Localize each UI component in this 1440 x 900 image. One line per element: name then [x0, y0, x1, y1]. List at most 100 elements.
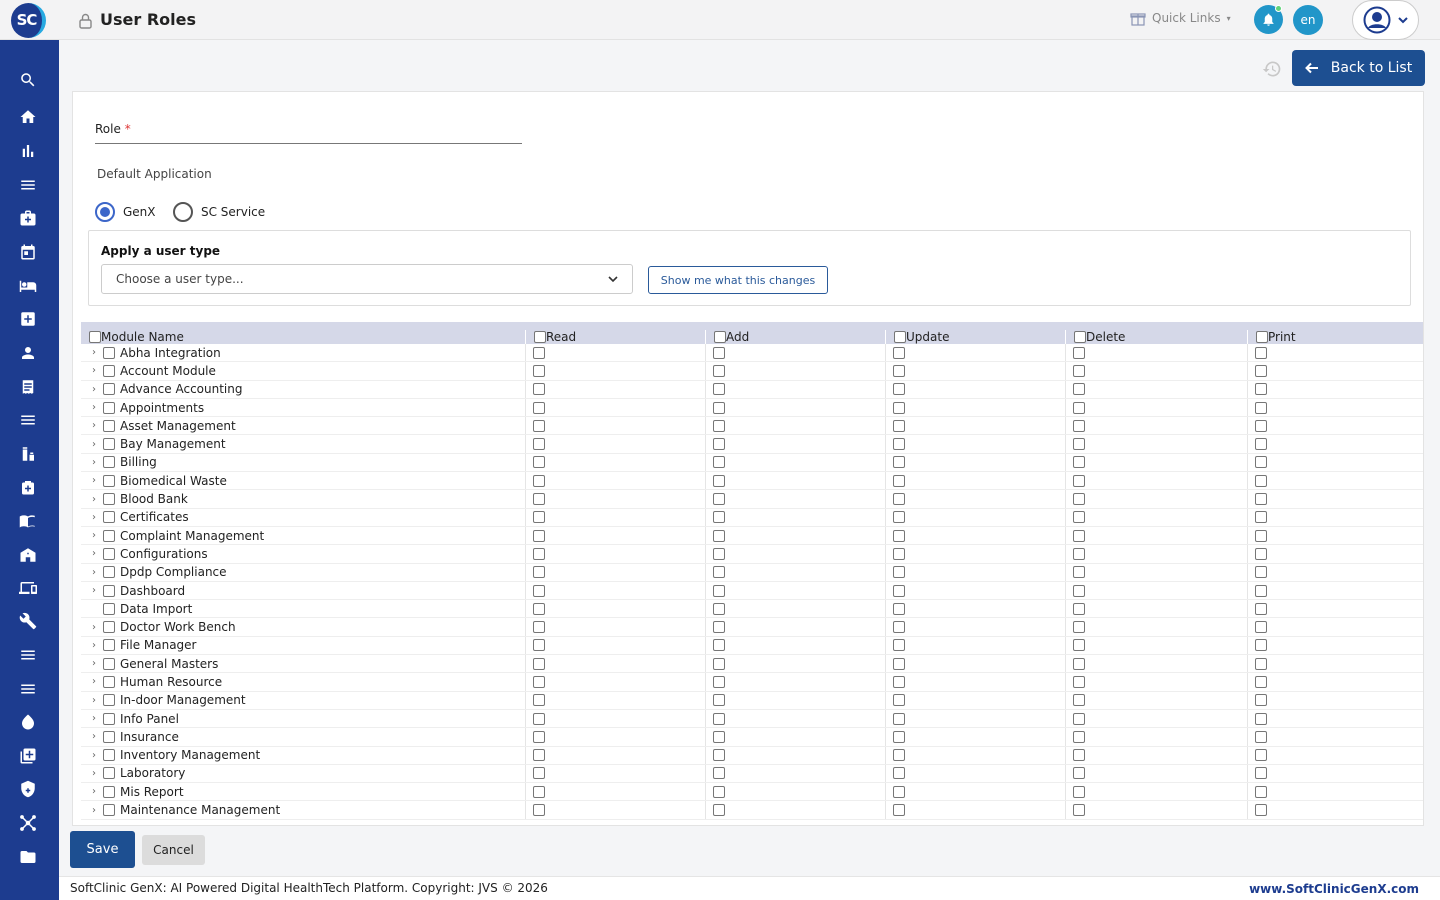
update-permission-checkbox[interactable]	[893, 712, 905, 725]
read-permission-checkbox[interactable]	[533, 346, 545, 359]
home-icon[interactable]	[17, 106, 39, 128]
history-icon[interactable]	[1262, 59, 1282, 79]
expand-chevron-icon[interactable]: ›	[87, 805, 101, 816]
add-permission-checkbox[interactable]	[713, 639, 725, 652]
expand-chevron-icon[interactable]: ›	[87, 347, 101, 358]
folder-icon[interactable]	[17, 846, 39, 868]
add-permission-checkbox[interactable]	[713, 511, 725, 524]
delete-permission-checkbox[interactable]	[1073, 639, 1085, 652]
read-permission-checkbox[interactable]	[533, 657, 545, 670]
module-checkbox[interactable]	[103, 602, 115, 615]
print-permission-checkbox[interactable]	[1255, 474, 1267, 487]
expand-chevron-icon[interactable]: ›	[87, 786, 101, 797]
add-permission-checkbox[interactable]	[713, 602, 725, 615]
expand-chevron-icon[interactable]: ›	[87, 475, 101, 486]
print-permission-checkbox[interactable]	[1255, 383, 1267, 396]
delete-permission-checkbox[interactable]	[1073, 364, 1085, 377]
module-checkbox[interactable]	[103, 657, 115, 670]
delete-permission-checkbox[interactable]	[1073, 804, 1085, 817]
print-permission-checkbox[interactable]	[1255, 785, 1267, 798]
add-permission-checkbox[interactable]	[713, 438, 725, 451]
add-permission-checkbox[interactable]	[713, 712, 725, 725]
read-permission-checkbox[interactable]	[533, 749, 545, 762]
expand-chevron-icon[interactable]: ›	[87, 676, 101, 687]
language-button[interactable]: en	[1293, 5, 1323, 35]
read-permission-checkbox[interactable]	[533, 639, 545, 652]
print-permission-checkbox[interactable]	[1255, 602, 1267, 615]
add-permission-checkbox[interactable]	[713, 584, 725, 597]
print-permission-checkbox[interactable]	[1255, 639, 1267, 652]
network-icon[interactable]	[17, 812, 39, 834]
print-permission-checkbox[interactable]	[1255, 493, 1267, 506]
print-permission-checkbox[interactable]	[1255, 804, 1267, 817]
update-permission-checkbox[interactable]	[893, 675, 905, 688]
add-permission-checkbox[interactable]	[713, 749, 725, 762]
expand-chevron-icon[interactable]: ›	[87, 530, 101, 541]
delete-permission-checkbox[interactable]	[1073, 493, 1085, 506]
app-logo[interactable]: SC	[11, 3, 46, 38]
print-permission-checkbox[interactable]	[1255, 749, 1267, 762]
medical-plus-icon[interactable]	[17, 308, 39, 330]
module-checkbox[interactable]	[103, 675, 115, 688]
website-link[interactable]: www.SoftClinicGenX.com	[1249, 882, 1419, 896]
update-permission-checkbox[interactable]	[893, 657, 905, 670]
wrench-icon[interactable]	[17, 610, 39, 632]
delete-permission-checkbox[interactable]	[1073, 346, 1085, 359]
delete-permission-checkbox[interactable]	[1073, 529, 1085, 542]
read-permission-checkbox[interactable]	[533, 364, 545, 377]
add-permission-checkbox[interactable]	[713, 419, 725, 432]
read-permission-checkbox[interactable]	[533, 584, 545, 597]
print-permission-checkbox[interactable]	[1255, 730, 1267, 743]
notifications-button[interactable]	[1254, 5, 1283, 34]
module-checkbox[interactable]	[103, 438, 115, 451]
devices-icon[interactable]	[17, 577, 39, 599]
module-checkbox[interactable]	[103, 621, 115, 634]
read-permission-checkbox[interactable]	[533, 493, 545, 506]
print-permission-checkbox[interactable]	[1255, 419, 1267, 432]
read-permission-checkbox[interactable]	[533, 767, 545, 780]
select-all-delete-checkbox[interactable]	[1074, 331, 1086, 343]
update-permission-checkbox[interactable]	[893, 785, 905, 798]
expand-chevron-icon[interactable]: ›	[87, 640, 101, 651]
update-permission-checkbox[interactable]	[893, 730, 905, 743]
update-permission-checkbox[interactable]	[893, 401, 905, 414]
read-permission-checkbox[interactable]	[533, 694, 545, 707]
delete-permission-checkbox[interactable]	[1073, 511, 1085, 524]
read-permission-checkbox[interactable]	[533, 566, 545, 579]
update-permission-checkbox[interactable]	[893, 529, 905, 542]
select-all-modules-checkbox[interactable]	[89, 331, 101, 343]
select-all-print-checkbox[interactable]	[1256, 331, 1268, 343]
module-checkbox[interactable]	[103, 694, 115, 707]
update-permission-checkbox[interactable]	[893, 767, 905, 780]
delete-permission-checkbox[interactable]	[1073, 474, 1085, 487]
add-permission-checkbox[interactable]	[713, 364, 725, 377]
role-input[interactable]	[95, 140, 522, 144]
medication-icon[interactable]	[17, 443, 39, 465]
water-drop-icon[interactable]	[17, 711, 39, 733]
add-permission-checkbox[interactable]	[713, 657, 725, 670]
expand-chevron-icon[interactable]: ›	[87, 713, 101, 724]
read-permission-checkbox[interactable]	[533, 456, 545, 469]
delete-permission-checkbox[interactable]	[1073, 547, 1085, 560]
update-permission-checkbox[interactable]	[893, 474, 905, 487]
expand-chevron-icon[interactable]: ›	[87, 365, 101, 376]
expand-chevron-icon[interactable]: ›	[87, 439, 101, 450]
read-permission-checkbox[interactable]	[533, 529, 545, 542]
update-permission-checkbox[interactable]	[893, 584, 905, 597]
add-permission-checkbox[interactable]	[713, 694, 725, 707]
print-permission-checkbox[interactable]	[1255, 584, 1267, 597]
expand-chevron-icon[interactable]: ›	[87, 731, 101, 742]
update-permission-checkbox[interactable]	[893, 438, 905, 451]
expand-chevron-icon[interactable]: ›	[87, 512, 101, 523]
hospital-icon[interactable]	[17, 544, 39, 566]
module-checkbox[interactable]	[103, 767, 115, 780]
print-permission-checkbox[interactable]	[1255, 712, 1267, 725]
expand-chevron-icon[interactable]: ›	[87, 420, 101, 431]
read-permission-checkbox[interactable]	[533, 785, 545, 798]
delete-permission-checkbox[interactable]	[1073, 712, 1085, 725]
add-permission-checkbox[interactable]	[713, 529, 725, 542]
read-permission-checkbox[interactable]	[533, 712, 545, 725]
print-permission-checkbox[interactable]	[1255, 346, 1267, 359]
module-checkbox[interactable]	[103, 712, 115, 725]
radio-sc-service[interactable]: SC Service	[173, 202, 265, 222]
